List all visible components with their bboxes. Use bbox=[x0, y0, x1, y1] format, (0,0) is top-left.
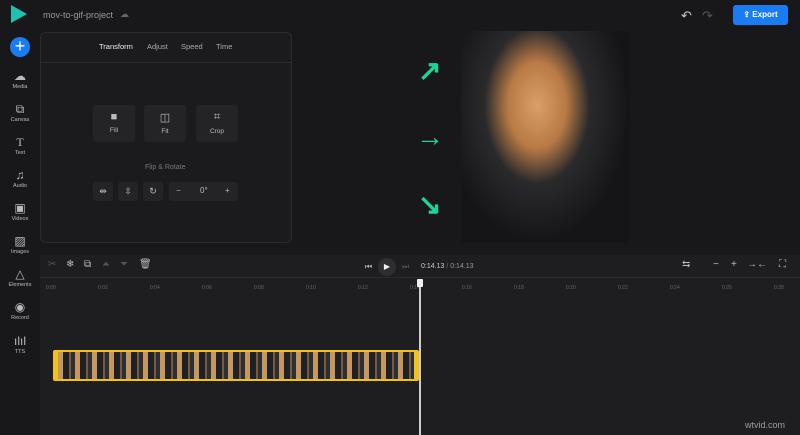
tick-label: 0:26 bbox=[722, 285, 732, 291]
sidebar-item-canvas[interactable]: ⧉ Canvas bbox=[0, 102, 40, 123]
tick-label: 0:22 bbox=[618, 285, 628, 291]
crop-icon: ⌗ bbox=[213, 111, 221, 123]
sidebar-item-tts[interactable]: ılıl TTS bbox=[0, 334, 40, 355]
audio-wave-icon: ılıl bbox=[14, 334, 26, 348]
tick-label: 0:12 bbox=[358, 285, 368, 291]
flip-vertical-button[interactable]: ⇳ bbox=[118, 182, 138, 201]
tab-speed[interactable]: Speed bbox=[181, 42, 203, 51]
fit-button[interactable]: ◫ Fit bbox=[144, 105, 186, 142]
rotate-button[interactable]: ↻ bbox=[143, 182, 163, 201]
tick-label: 0:24 bbox=[670, 285, 680, 291]
video-preview[interactable] bbox=[461, 31, 630, 243]
tick-label: 0:28 bbox=[774, 285, 784, 291]
project-title[interactable]: mov-to-gif-project bbox=[43, 10, 113, 20]
fullscreen-icon[interactable]: ⛶ bbox=[779, 259, 786, 270]
decrease-rotation-button[interactable]: − bbox=[176, 186, 181, 195]
move-down-icon[interactable]: ⏷ bbox=[120, 259, 128, 270]
tick-label: 0:08 bbox=[254, 285, 264, 291]
fit-timeline-icon[interactable]: →← bbox=[747, 259, 767, 270]
redo-icon[interactable]: ↷ bbox=[702, 8, 713, 24]
tick-label: 0:06 bbox=[202, 285, 212, 291]
playhead-handle[interactable] bbox=[417, 279, 423, 287]
export-button[interactable]: ⇪ Export bbox=[733, 5, 788, 25]
upload-icon: ⇪ bbox=[743, 10, 753, 19]
sidebar-item-text[interactable]: T Text bbox=[0, 135, 40, 156]
playhead[interactable] bbox=[419, 279, 421, 435]
text-icon: T bbox=[16, 135, 24, 149]
canvas-icon: ⧉ bbox=[15, 102, 25, 116]
cloud-upload-icon: ☁ bbox=[14, 69, 26, 83]
arrow-up-right-icon: ↗ bbox=[418, 55, 442, 86]
tab-adjust[interactable]: Adjust bbox=[147, 42, 168, 51]
sidebar-item-elements[interactable]: △ Elements bbox=[0, 267, 40, 288]
delete-icon[interactable]: 🗑 bbox=[139, 259, 152, 270]
tab-transform[interactable]: Transform bbox=[99, 42, 133, 51]
tab-divider bbox=[41, 62, 291, 63]
zoom-in-icon[interactable]: + bbox=[731, 259, 737, 270]
arrow-right-icon: → bbox=[416, 121, 444, 152]
video-clip[interactable] bbox=[53, 350, 419, 381]
skip-forward-icon[interactable]: ⏭ bbox=[402, 262, 409, 272]
undo-icon[interactable]: ↶ bbox=[681, 8, 692, 24]
play-button[interactable]: ▶ bbox=[378, 258, 396, 276]
tick-label: 0:02 bbox=[98, 285, 108, 291]
sidebar-item-videos[interactable]: ▣ Videos bbox=[0, 201, 40, 222]
tick-label: 0:04 bbox=[150, 285, 160, 291]
add-button[interactable]: + bbox=[10, 37, 30, 57]
crop-button[interactable]: ⌗ Crop bbox=[196, 105, 238, 142]
sidebar-item-audio[interactable]: ♫ Audio bbox=[0, 168, 40, 189]
tick-label: 0:20 bbox=[566, 285, 576, 291]
increase-rotation-button[interactable]: + bbox=[225, 186, 230, 195]
fill-icon: ■ bbox=[110, 111, 118, 123]
fit-icon: ◫ bbox=[159, 112, 171, 124]
rotation-stepper[interactable]: − 0° + bbox=[169, 182, 238, 201]
fill-button[interactable]: ■ Fill bbox=[93, 105, 135, 142]
skip-back-icon[interactable]: ⏮ bbox=[365, 262, 372, 272]
split-icon[interactable]: ✂ bbox=[48, 259, 56, 270]
freeze-icon[interactable]: ❄ bbox=[66, 259, 74, 270]
cloud-saved-icon: ☁ bbox=[120, 9, 129, 19]
tick-label: 0:00 bbox=[46, 285, 56, 291]
duplicate-icon[interactable]: ⧉ bbox=[84, 259, 91, 270]
snap-icon[interactable]: ⇆ bbox=[682, 259, 690, 270]
move-up-icon[interactable]: ⏶ bbox=[102, 259, 110, 270]
zoom-out-icon[interactable]: − bbox=[713, 259, 719, 270]
tab-time[interactable]: Time bbox=[216, 42, 232, 51]
tick-label: 0:18 bbox=[514, 285, 524, 291]
sidebar-item-record[interactable]: ◉ Record bbox=[0, 300, 40, 321]
sidebar-item-images[interactable]: ▨ Images bbox=[0, 234, 40, 255]
music-note-icon: ♫ bbox=[15, 168, 25, 182]
arrow-down-right-icon: ↘ bbox=[418, 189, 442, 220]
app-logo bbox=[11, 5, 27, 23]
sidebar-item-media[interactable]: ☁ Media bbox=[0, 69, 40, 90]
watermark: wtvid.com bbox=[745, 420, 786, 430]
flip-rotate-label: Flip & Rotate bbox=[145, 164, 186, 171]
tick-label: 0:10 bbox=[306, 285, 316, 291]
image-icon: ▨ bbox=[14, 234, 26, 248]
shapes-icon: △ bbox=[15, 267, 25, 281]
rotation-value[interactable]: 0° bbox=[200, 186, 208, 195]
tick-label: 0:16 bbox=[462, 285, 472, 291]
time-display: 0:14.13 / 0:14.13 bbox=[421, 263, 474, 270]
video-icon: ▣ bbox=[14, 201, 26, 215]
flip-horizontal-button[interactable]: ⇹ bbox=[93, 182, 113, 201]
record-icon: ◉ bbox=[14, 300, 26, 314]
